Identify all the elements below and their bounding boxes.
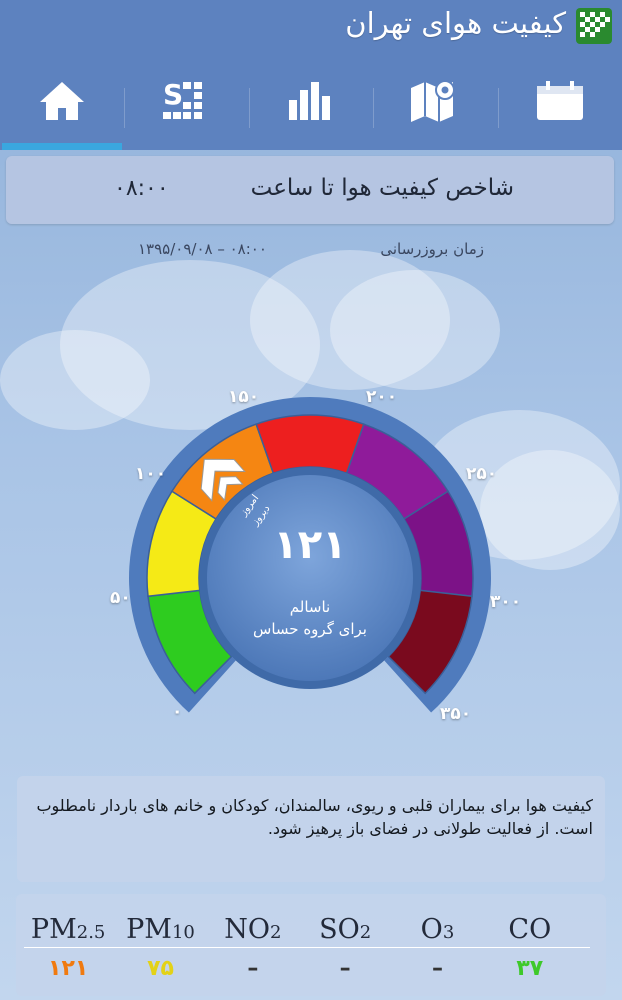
pollutant-value-co: ۳۷ (516, 956, 544, 981)
pollutant-name-pm25[interactable]: PM2.5 (22, 914, 114, 945)
pollutant-value-pm25: ۱۲۱ (48, 956, 89, 981)
aqi-status: ناسالم (289, 598, 331, 616)
gauge-tick: ۵۰ (110, 588, 131, 608)
pollutant-name-pm10[interactable]: PM10 (114, 914, 206, 945)
gauge-center-disc (207, 475, 413, 681)
pollutant-name-so2[interactable]: SO2 (299, 914, 391, 945)
gauge-segment (255, 414, 365, 475)
aqi-status-detail: برای گروه حساس (253, 620, 367, 638)
pollutant-value-so2: – (339, 956, 351, 981)
pollutant-name-co[interactable]: CO (484, 914, 576, 945)
gauge-tick: ۳۰۰ (490, 592, 522, 612)
pollutant-name-no2[interactable]: NO2 (207, 914, 299, 945)
health-advice-text: کیفیت هوا برای بیماران قلبی و ریوی، سالم… (36, 796, 593, 838)
pollutant-value-pm10: ۷۵ (147, 956, 174, 981)
pollutant-name-o3[interactable]: O3 (391, 914, 483, 945)
gauge-tick: ۱۵۰ (228, 387, 260, 407)
gauge-tick: ۰ (172, 702, 183, 722)
pollutant-value-o3: – (431, 956, 443, 981)
pollutant-values-row: ۱۲۱ ۷۵ – – – ۳۷ (22, 956, 576, 981)
gauge-tick: ۳۵۰ (440, 704, 472, 724)
health-advice-panel: کیفیت هوا برای بیماران قلبی و ریوی، سالم… (17, 776, 605, 882)
pollutant-value-no2: – (247, 956, 259, 981)
gauge-tick: ۲۰۰ (366, 387, 398, 407)
aqi-value: ۱۲۱ (273, 522, 347, 568)
pollutant-names-row: PM2.5 PM10 NO2 SO2 O3 CO (22, 914, 576, 945)
pollutants-divider (24, 947, 590, 948)
gauge-tick: ۲۵۰ (466, 464, 498, 484)
gauge-tick: ۱۰۰ (135, 464, 167, 484)
